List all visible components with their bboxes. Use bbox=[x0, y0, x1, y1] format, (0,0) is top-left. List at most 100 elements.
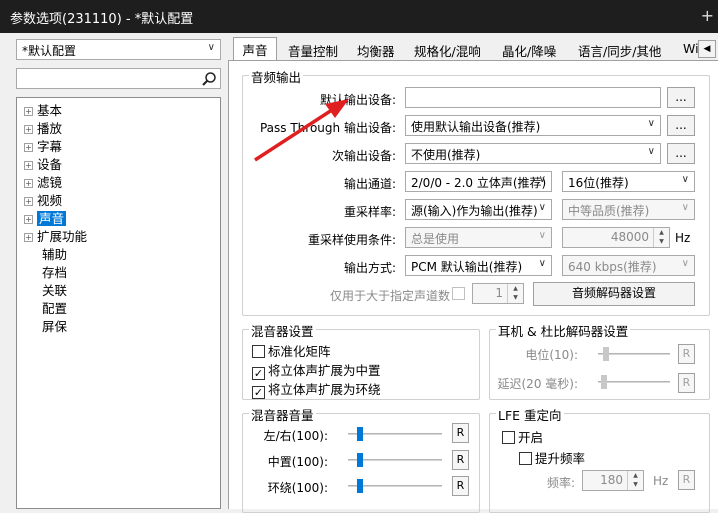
resample-rate-label: 重采样率: bbox=[343, 205, 396, 219]
lfe-boost-checkbox[interactable]: 提升频率 bbox=[519, 448, 585, 467]
default-device-field[interactable] bbox=[405, 87, 661, 108]
delay-slider[interactable] bbox=[598, 375, 670, 389]
expand-icon[interactable]: + bbox=[24, 107, 33, 116]
tab-language-sync[interactable]: 语言/同步/其他 bbox=[578, 39, 661, 61]
only-channels-label: 仅用于大于指定声道数 bbox=[329, 289, 450, 303]
left-right-volume-slider[interactable] bbox=[348, 427, 442, 441]
chevron-down-icon: ∨ bbox=[681, 258, 689, 269]
left-right-volume-label: 左/右(100): bbox=[263, 429, 328, 443]
lfe-frequency-unit: Hz bbox=[653, 474, 669, 488]
output-mode-label: 输出方式: bbox=[343, 261, 396, 275]
plus-icon[interactable]: + bbox=[701, 6, 714, 25]
stepper-arrows-icon[interactable]: ▲ ▼ bbox=[653, 228, 669, 247]
checkbox-icon bbox=[252, 345, 265, 358]
expand-icon[interactable]: + bbox=[24, 161, 33, 170]
surround-reset-button[interactable]: R bbox=[452, 476, 469, 496]
only-channels-checkbox[interactable] bbox=[452, 287, 465, 300]
channels-count-stepper[interactable]: 1 ▲ ▼ bbox=[472, 283, 524, 304]
tree-item-audio[interactable]: + 声音 bbox=[24, 208, 67, 226]
resample-condition-select[interactable]: 总是使用 ∨ bbox=[405, 227, 552, 248]
expand-icon[interactable]: + bbox=[24, 215, 33, 224]
resample-rate-select[interactable]: 源(输入)作为输出(推荐) ∨ bbox=[405, 199, 552, 220]
output-mode-select[interactable]: PCM 默认输出(推荐) ∨ bbox=[405, 255, 552, 276]
tab-crystal-denoise[interactable]: 晶化/降噪 bbox=[502, 39, 556, 61]
center-volume-label: 中置(100): bbox=[267, 455, 328, 469]
stepper-arrows-icon[interactable]: ▲ ▼ bbox=[507, 284, 523, 303]
headphone-dolby-title: 耳机 & 杜比解码器设置 bbox=[496, 321, 631, 340]
lfe-frequency-label: 频率: bbox=[546, 476, 575, 490]
lfe-redirect-title: LFE 重定向 bbox=[496, 405, 564, 424]
profile-value: *默认配置 bbox=[22, 44, 77, 58]
tab-equalizer[interactable]: 均衡器 bbox=[357, 39, 395, 61]
delay-reset-button[interactable]: R bbox=[678, 373, 695, 393]
center-volume-slider[interactable] bbox=[348, 453, 442, 467]
chevron-down-icon: ∨ bbox=[538, 258, 546, 269]
mixer-volume-title: 混音器音量 bbox=[249, 405, 316, 424]
tree-item-video[interactable]: + 视频 bbox=[24, 190, 62, 208]
search-icon bbox=[202, 72, 216, 86]
search-input[interactable] bbox=[16, 68, 221, 89]
stepper-arrows-icon[interactable]: ▲ ▼ bbox=[627, 471, 643, 490]
center-reset-button[interactable]: R bbox=[452, 450, 469, 470]
expand-icon[interactable]: + bbox=[24, 179, 33, 188]
passthrough-browse-button[interactable]: ... bbox=[667, 115, 695, 136]
left-right-reset-button[interactable]: R bbox=[452, 423, 469, 443]
chevron-down-icon: ∨ bbox=[538, 174, 546, 185]
surround-volume-slider[interactable] bbox=[348, 479, 442, 493]
sample-rate-stepper[interactable]: 48000 ▲ ▼ bbox=[562, 227, 670, 248]
audio-decoder-settings-button[interactable]: 音频解码器设置 bbox=[533, 282, 695, 306]
chevron-down-icon: ∨ bbox=[647, 118, 655, 129]
bitrate-select[interactable]: 640 kbps(推荐) ∨ bbox=[562, 255, 695, 276]
tab-normalize-reverb[interactable]: 规格化/混响 bbox=[414, 39, 481, 61]
output-channel-label: 输出通道: bbox=[343, 177, 396, 191]
lfe-frequency-reset-button[interactable]: R bbox=[678, 470, 695, 490]
expand-surround-checkbox[interactable]: ✓ 将立体声扩展为环绕 bbox=[252, 379, 381, 399]
passthrough-device-select[interactable]: 使用默认输出设备(推荐) ∨ bbox=[405, 115, 661, 136]
tab-more[interactable]: Wi bbox=[683, 39, 699, 61]
expand-icon[interactable]: + bbox=[24, 197, 33, 206]
title-bar: 参数选项(231110) - *默认配置 + bbox=[0, 0, 718, 33]
expand-icon[interactable]: + bbox=[24, 125, 33, 134]
lfe-frequency-stepper[interactable]: 180 ▲ ▼ bbox=[582, 470, 644, 491]
tab-audio[interactable]: 声音 bbox=[233, 37, 277, 61]
tab-scroll-left-button[interactable]: ◀ bbox=[698, 40, 716, 58]
tree-item-devices[interactable]: + 设备 bbox=[24, 154, 62, 172]
level-slider[interactable] bbox=[598, 347, 670, 361]
tree-item-filters[interactable]: + 滤镜 bbox=[24, 172, 62, 190]
tree-item-extensions[interactable]: + 扩展功能 bbox=[24, 226, 87, 244]
settings-tree: + 基本 + 播放 + 字幕 + 设备 + 滤镜 + 视频 + 声音 + 扩展功能 辅助 存档 … bbox=[16, 97, 221, 509]
tree-item-config[interactable]: 配置 bbox=[42, 298, 67, 316]
surround-volume-label: 环绕(100): bbox=[267, 481, 328, 495]
window-title: 参数选项(231110) - *默认配置 bbox=[10, 12, 194, 27]
normalize-matrix-checkbox[interactable]: 标准化矩阵 bbox=[252, 341, 331, 360]
expand-icon[interactable]: + bbox=[24, 143, 33, 152]
mixer-settings-title: 混音器设置 bbox=[249, 321, 316, 340]
expand-center-checkbox[interactable]: ✓ 将立体声扩展为中置 bbox=[252, 360, 381, 380]
resample-condition-label: 重采样使用条件: bbox=[307, 233, 396, 247]
tab-volume-control[interactable]: 音量控制 bbox=[288, 39, 338, 61]
chevron-down-icon: ∨ bbox=[207, 42, 215, 53]
tree-item-subtitles[interactable]: + 字幕 bbox=[24, 136, 62, 154]
tree-item-assist[interactable]: 辅助 bbox=[42, 244, 67, 262]
level-label: 电位(10): bbox=[525, 348, 578, 362]
tree-item-archive[interactable]: 存档 bbox=[42, 262, 67, 280]
expand-icon[interactable]: + bbox=[24, 233, 33, 242]
tree-item-playback[interactable]: + 播放 bbox=[24, 118, 62, 136]
secondary-browse-button[interactable]: ... bbox=[667, 143, 695, 164]
bit-depth-select[interactable]: 16位(推荐) ∨ bbox=[562, 171, 695, 192]
checkbox-icon bbox=[519, 452, 532, 465]
lfe-enable-checkbox[interactable]: 开启 bbox=[502, 427, 543, 446]
chevron-down-icon: ∨ bbox=[647, 146, 655, 157]
checkmark-icon: ✓ bbox=[252, 386, 265, 399]
tree-item-association[interactable]: 关联 bbox=[42, 280, 67, 298]
tree-item-basic[interactable]: + 基本 bbox=[24, 100, 62, 118]
tree-item-screensaver[interactable]: 屏保 bbox=[42, 316, 67, 334]
red-arrow-icon bbox=[254, 99, 349, 162]
output-channel-select[interactable]: 2/0/0 - 2.0 立体声(推荐) ∨ bbox=[405, 171, 552, 192]
level-reset-button[interactable]: R bbox=[678, 344, 695, 364]
default-device-browse-button[interactable]: ... bbox=[667, 87, 695, 108]
profile-select[interactable]: *默认配置 ∨ bbox=[16, 39, 221, 60]
resample-quality-select[interactable]: 中等品质(推荐) ∨ bbox=[562, 199, 695, 220]
delay-label: 延迟(20 毫秒): bbox=[497, 377, 579, 391]
secondary-device-select[interactable]: 不使用(推荐) ∨ bbox=[405, 143, 661, 164]
